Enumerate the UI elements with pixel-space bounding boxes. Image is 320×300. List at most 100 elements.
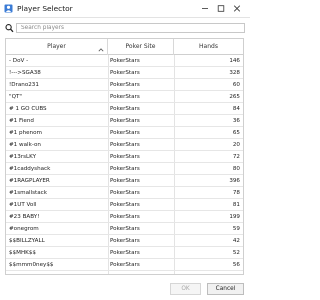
dialog-footer: OK Cancel [0,276,250,300]
table-row[interactable]: #1 phenom PokerStars 65 [6,127,243,139]
site-cell: PokerStars [110,262,140,268]
column-header-player-label: Player [47,43,66,50]
minimize-button[interactable] [198,2,212,15]
site-cell: PokerStars [110,130,140,136]
table-row[interactable]: #13rsLKY PokerStars 72 [6,151,243,163]
maximize-icon [217,5,225,12]
site-cell: PokerStars [110,166,140,172]
hands-cell: 265 [229,94,240,100]
site-cell: PokerStars [110,58,140,64]
hands-cell: 46 [176,271,240,274]
hands-cell: 20 [232,142,240,148]
table-row[interactable]: #1RAGPLAYER PokerStars 396 [6,175,243,187]
ok-button[interactable]: OK [170,283,201,295]
table-row[interactable]: #onegrom PokerStars 59 [6,223,243,235]
close-button[interactable] [230,2,244,15]
table-row[interactable]: # 1 GO CUBS PokerStars 84 [6,103,243,115]
column-header-site[interactable]: Poker Site [108,39,174,55]
hands-cell: 81 [232,202,240,208]
table-row[interactable]: #1caddyshack PokerStars 80 [6,163,243,175]
player-cell: #1UT Voll [9,202,37,208]
player-cell: #13rsLKY [9,154,37,160]
table-header: Player Poker Site Hands [6,39,243,55]
hands-cell: 56 [232,262,240,268]
players-table: Player Poker Site Hands - DoV - PokerStar… [5,38,244,275]
table-row[interactable]: $4-ONE-4$PokerStars46 [6,271,243,274]
site-cell: PokerStars [110,202,140,208]
player-cell: #1 phenom [9,130,42,136]
player-cell: #1caddyshack [9,166,51,172]
hands-cell: 60 [232,82,240,88]
site-cell: PokerStars [110,94,140,100]
table-row[interactable]: - DoV - PokerStars 146 [6,55,243,67]
player-cell: # 1 GO CUBS [9,106,47,112]
hands-cell: 396 [229,178,240,184]
close-icon [233,5,241,12]
search-bar [5,23,245,33]
table-row[interactable]: #1smallstack PokerStars 78 [6,187,243,199]
player-cell: #onegrom [9,226,39,232]
column-header-hands-label: Hands [199,43,218,50]
site-cell: PokerStars [110,214,140,220]
hands-cell: 328 [229,70,240,76]
window-title: Player Selector [17,4,73,13]
site-cell: PokerStars [110,142,140,148]
hands-cell: 84 [232,106,240,112]
table-row[interactable]: !Drano231 PokerStars 60 [6,79,243,91]
cancel-button[interactable]: Cancel [207,283,244,295]
player-cell: #1 Fiend [9,118,34,124]
sort-ascending-icon [98,44,104,52]
table-row[interactable]: $$MHK$$ PokerStars 52 [6,247,243,259]
site-cell: PokerStars [110,271,173,274]
site-cell: PokerStars [110,178,140,184]
player-cell: #1RAGPLAYER [9,178,50,184]
hands-cell: 78 [232,190,240,196]
hands-cell: 59 [232,226,240,232]
table-row[interactable]: #1 Fiend PokerStars 36 [6,115,243,127]
player-cell: $$BILLZYALL [9,238,45,244]
hands-cell: 42 [232,238,240,244]
player-cell: #1 walk-on [9,142,41,148]
site-cell: PokerStars [110,226,140,232]
player-cell: #1smallstack [9,190,47,196]
table-row[interactable]: #1UT Voll PokerStars 81 [6,199,243,211]
hands-cell: 80 [232,166,240,172]
site-cell: PokerStars [110,250,140,256]
player-cell: - DoV - [9,58,29,64]
site-cell: PokerStars [110,154,140,160]
table-row[interactable]: #1 walk-on PokerStars 20 [6,139,243,151]
player-cell: $4-ONE-4$ [9,271,107,274]
player-cell: $$MHK$$ [9,250,36,256]
column-header-player[interactable]: Player [6,39,108,55]
hands-cell: 52 [232,250,240,256]
table-row[interactable]: #23 BABY! PokerStars 199 [6,211,243,223]
hands-cell: 146 [229,58,240,64]
hands-cell: 199 [229,214,240,220]
app-icon [4,4,13,13]
table-row[interactable]: !--->SGA38 PokerStars 328 [6,67,243,79]
site-cell: PokerStars [110,70,140,76]
site-cell: PokerStars [110,118,140,124]
column-header-hands[interactable]: Hands [174,39,243,55]
table-body: - DoV - PokerStars 146 !--->SGA38 PokerStars… [6,55,243,274]
player-cell: $$mmm0ney$$ [9,262,54,268]
player-cell: !Drano231 [9,82,39,88]
minimize-icon [202,8,208,9]
table-row[interactable]: "QT" PokerStars 265 [6,91,243,103]
table-row[interactable]: $$BILLZYALL PokerStars 42 [6,235,243,247]
player-cell: !--->SGA38 [9,70,41,76]
site-cell: PokerStars [110,190,140,196]
player-cell: #23 BABY! [9,214,40,220]
site-cell: PokerStars [110,238,140,244]
player-cell: "QT" [9,94,22,100]
title-bar[interactable]: Player Selector [0,0,250,18]
search-icon [5,23,14,33]
maximize-button[interactable] [214,2,228,15]
site-cell: PokerStars [110,82,140,88]
hands-cell: 65 [232,130,240,136]
search-input[interactable] [16,23,245,33]
table-row[interactable]: $$mmm0ney$$ PokerStars 56 [6,259,243,271]
hands-cell: 36 [232,118,240,124]
column-header-site-label: Poker Site [125,43,156,50]
site-cell: PokerStars [110,106,140,112]
